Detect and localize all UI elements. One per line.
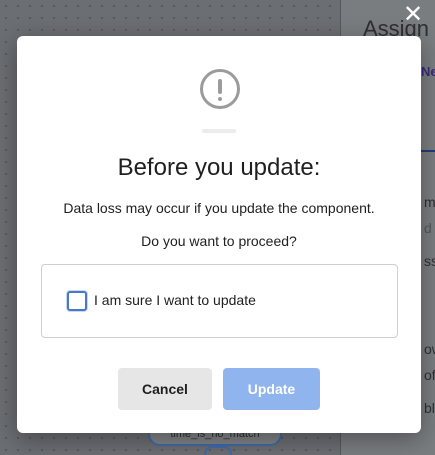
close-icon[interactable]: ✕ <box>400 3 426 29</box>
side-panel-text: bl <box>424 400 435 416</box>
cancel-button[interactable]: Cancel <box>118 368 212 410</box>
update-confirm-dialog: Before you update: Data loss may occur i… <box>17 36 421 433</box>
confirm-checkbox-label[interactable]: I am sure I want to update <box>94 292 256 308</box>
warning-icon <box>200 69 240 109</box>
side-panel-text: of <box>424 367 435 383</box>
side-panel-text: d <box>424 220 432 236</box>
confirm-checkbox-container[interactable]: I am sure I want to update <box>41 264 398 338</box>
confirm-checkbox[interactable] <box>67 291 87 311</box>
side-panel-text: m <box>424 194 435 210</box>
dialog-question: Do you want to proceed? <box>141 233 297 249</box>
node-connector <box>204 446 232 455</box>
side-panel-text: ssi <box>424 253 435 269</box>
side-panel-text: ow <box>424 341 435 357</box>
side-panel-tab: Ne <box>421 64 435 79</box>
update-button[interactable]: Update <box>223 368 320 410</box>
dialog-title: Before you update: <box>117 154 321 181</box>
icon-divider <box>202 129 236 133</box>
dialog-message: Data loss may occur if you update the co… <box>63 200 375 216</box>
